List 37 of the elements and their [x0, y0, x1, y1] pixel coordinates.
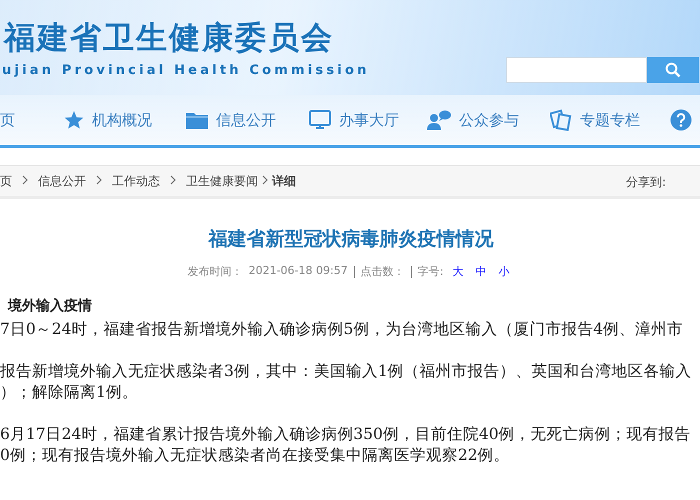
- nav-item[interactable]: 信息公开: [186, 95, 276, 145]
- nav-item[interactable]: 公众参与: [427, 95, 519, 145]
- site-subtitle: ujian Provincial Health Commission: [2, 63, 370, 78]
- body-text: 报告新增境外输入无症状感染者3例，其中：美国输入1例（福州市报告）、英国和台湾地区各输入: [0, 361, 692, 382]
- font-size-label: 字号:: [418, 264, 444, 279]
- monitor-icon: [309, 110, 331, 130]
- body-text: 6月17日24时，福建省累计报告境外输入确诊病例350例，目前住院40例，无死亡病例；现有报告: [0, 424, 691, 445]
- documents-icon: [550, 109, 572, 131]
- publish-date: 2021-06-18 09:57: [248, 264, 348, 279]
- breadcrumb-link[interactable]: 信息公开: [38, 172, 86, 190]
- nav-item[interactable]: 办事大厅: [309, 95, 399, 145]
- breadcrumb-link[interactable]: 详细: [272, 172, 296, 190]
- search-icon: [665, 62, 681, 78]
- body-text: 0例；现有报告境外输入无症状感染者尚在接受集中隔离医学观察22例。: [0, 445, 510, 466]
- clicks-label: 点击数：: [360, 264, 405, 279]
- breadcrumb-link[interactable]: 页: [0, 172, 12, 190]
- share-label: 分享到:: [626, 174, 666, 191]
- nav-item[interactable]: 机构概况: [64, 95, 152, 145]
- font-size-link[interactable]: 大: [452, 264, 464, 279]
- people-icon: [427, 110, 451, 130]
- body-text: 7日0～24时，福建省报告新增境外输入确诊病例5例，为台湾地区输入（厦门市报告4例、漳州市: [0, 319, 684, 340]
- breadcrumb-link[interactable]: 卫生健康要闻: [186, 172, 258, 190]
- publish-label: 发布时间：: [188, 264, 243, 279]
- article-title: 福建省新型冠状病毒肺炎疫情情况: [206, 227, 494, 252]
- search-field[interactable]: [506, 57, 647, 83]
- site-title: 福建省卫生健康委员会: [2, 19, 335, 58]
- nav-item[interactable]: 页: [0, 95, 15, 145]
- font-size-link[interactable]: 小: [498, 264, 510, 279]
- nav-item[interactable]: 专题专栏: [550, 95, 640, 145]
- folder-icon: [186, 111, 208, 129]
- font-size-link[interactable]: 中: [475, 264, 486, 279]
- body-text: ）；解除隔离1例。: [0, 382, 138, 403]
- star-icon: [64, 110, 84, 130]
- breadcrumb-link[interactable]: 工作动态: [112, 172, 160, 190]
- section-heading: 境外输入疫情: [8, 297, 93, 315]
- help-icon[interactable]: [670, 109, 692, 131]
- search-button[interactable]: [647, 57, 699, 83]
